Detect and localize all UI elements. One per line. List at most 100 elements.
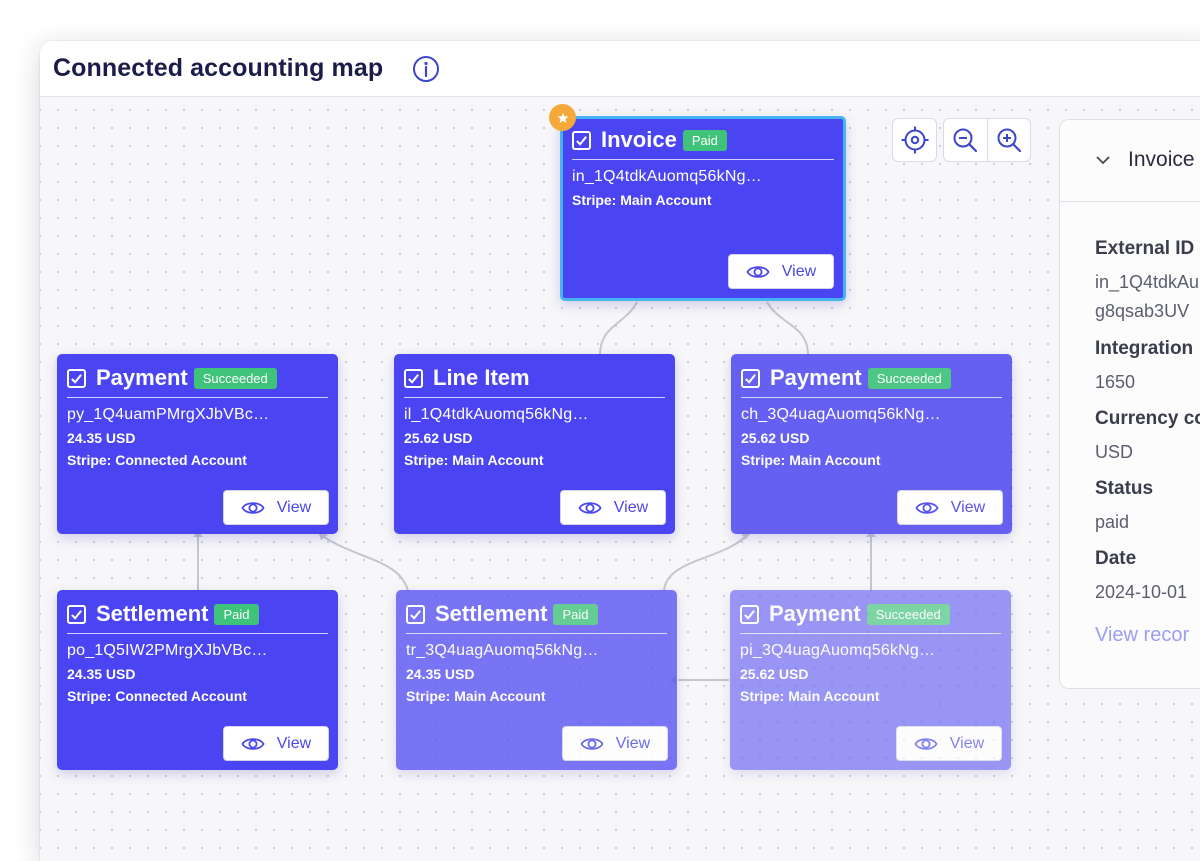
node-id: in_1Q4tdkAuomq56kNg… — [572, 168, 762, 185]
node-account: Stripe: Main Account — [740, 688, 880, 704]
zoom-out-button[interactable] — [944, 119, 987, 161]
field-label: Status — [1095, 478, 1154, 499]
chevron-down-icon[interactable] — [1094, 151, 1112, 169]
field-integration: Integration 1650 — [1095, 338, 1193, 397]
page-title: Connected accounting map — [53, 54, 384, 82]
status-badge: Paid — [214, 603, 259, 625]
node-invoice[interactable]: Invoice Paid in_1Q4tdkAuomq56kNg… Stripe… — [560, 116, 846, 301]
node-id: pi_3Q4uagAuomq56kNg… — [740, 642, 936, 659]
checkbox-icon[interactable] — [406, 604, 425, 624]
zoom-control — [943, 118, 1031, 162]
crosshair-icon — [901, 126, 928, 154]
field-value: in_1Q4tdkAu g8qsab3UV — [1095, 268, 1199, 326]
node-amount: 25.62 USD — [741, 430, 810, 446]
node-account: Stripe: Connected Account — [67, 688, 247, 704]
field-value-line: in_1Q4tdkAu — [1095, 272, 1200, 292]
node-amount: 24.35 USD — [67, 666, 136, 682]
view-button-label: View — [276, 734, 312, 752]
status-badge: Succeeded — [867, 367, 951, 389]
node-account: Stripe: Main Account — [404, 452, 544, 468]
field-value: 2024-10-01 — [1095, 582, 1188, 602]
details-panel-header: Invoice — [1060, 120, 1200, 202]
eye-icon — [578, 501, 602, 514]
view-button-label: View — [781, 262, 817, 280]
node-account: Stripe: Main Account — [406, 688, 546, 704]
recenter-button[interactable] — [893, 119, 936, 161]
field-currency: Currency co USD — [1095, 408, 1200, 467]
field-value-line: g8qsab3UV — [1095, 301, 1190, 321]
node-payment[interactable]: Payment Succeeded pi_3Q4uagAuomq56kNg… 2… — [730, 590, 1011, 770]
status-badge: Succeeded — [193, 367, 277, 389]
field-date: Date 2024-10-01 — [1095, 548, 1187, 607]
status-badge: Paid — [553, 603, 598, 625]
checkbox-icon[interactable] — [741, 368, 760, 388]
checkbox-icon[interactable] — [67, 368, 86, 388]
field-label: Date — [1095, 548, 1137, 569]
node-settlement[interactable]: Settlement Paid tr_3Q4uagAuomq56kNg… 24.… — [396, 590, 677, 770]
node-id: py_1Q4uamPMrgXJbVBc… — [67, 406, 270, 423]
field-label: Currency co — [1095, 408, 1200, 429]
node-type: Line Item — [433, 365, 530, 390]
view-record-link[interactable]: View recor — [1095, 624, 1189, 647]
checkbox-icon[interactable] — [67, 604, 86, 624]
node-settlement[interactable]: Settlement Paid po_1Q5IW2PMrgXJbVBc… 24.… — [57, 590, 338, 770]
node-amount: 25.62 USD — [740, 666, 809, 682]
node-type: Payment — [769, 601, 861, 626]
checkbox-icon[interactable] — [404, 368, 423, 388]
view-button-label: View — [949, 734, 985, 752]
view-button[interactable]: View — [728, 254, 834, 289]
field-label: Integration — [1095, 338, 1194, 359]
view-button-label: View — [276, 498, 312, 516]
info-icon[interactable] — [412, 55, 440, 83]
checkbox-icon[interactable] — [740, 604, 759, 624]
eye-icon — [241, 737, 265, 750]
starred-icon — [549, 104, 576, 131]
checkbox-icon[interactable] — [572, 130, 591, 150]
eye-icon — [915, 501, 939, 514]
node-type: Invoice — [601, 127, 677, 152]
status-badge: Paid — [682, 129, 727, 151]
field-status: Status paid — [1095, 478, 1153, 537]
node-type: Payment — [770, 365, 862, 390]
field-external-id: External ID in_1Q4tdkAu g8qsab3UV — [1095, 238, 1199, 326]
eye-icon — [241, 501, 265, 514]
recenter-control — [892, 118, 937, 162]
details-panel: Invoice External ID in_1Q4tdkAu g8qsab3U… — [1059, 119, 1200, 689]
details-panel-title: Invoice — [1128, 148, 1195, 171]
node-type: Settlement — [435, 601, 548, 626]
node-type: Settlement — [96, 601, 209, 626]
zoom-in-icon — [997, 128, 1021, 153]
view-button-label: View — [950, 498, 986, 516]
view-button[interactable]: View — [560, 490, 666, 525]
node-id: po_1Q5IW2PMrgXJbVBc… — [67, 642, 268, 659]
node-type: Payment — [96, 365, 188, 390]
node-account: Stripe: Connected Account — [67, 452, 247, 468]
eye-icon — [746, 265, 770, 278]
node-amount: 24.35 USD — [67, 430, 136, 446]
field-label: External ID — [1095, 238, 1195, 259]
eye-icon — [580, 737, 604, 750]
zoom-in-button[interactable] — [986, 119, 1031, 161]
node-payment[interactable]: Payment Succeeded ch_3Q4uagAuomq56kNg… 2… — [731, 354, 1012, 534]
node-payment[interactable]: Payment Succeeded py_1Q4uamPMrgXJbVBc… 2… — [57, 354, 338, 534]
eye-icon — [914, 737, 938, 750]
view-button[interactable]: View — [223, 490, 329, 525]
window-header: Connected accounting map — [40, 41, 1200, 97]
view-button[interactable]: View — [897, 490, 1003, 525]
status-badge: Succeeded — [866, 603, 950, 625]
view-button[interactable]: View — [223, 726, 329, 761]
node-account: Stripe: Main Account — [572, 192, 712, 208]
node-line-item[interactable]: Line Item il_1Q4tdkAuomq56kNg… 25.62 USD… — [394, 354, 675, 534]
field-value: 1650 — [1095, 372, 1136, 392]
node-id: ch_3Q4uagAuomq56kNg… — [741, 406, 941, 423]
view-button-label: View — [615, 734, 651, 752]
view-button[interactable]: View — [896, 726, 1002, 761]
view-button[interactable]: View — [562, 726, 668, 761]
node-amount: 25.62 USD — [404, 430, 473, 446]
view-button-label: View — [613, 498, 649, 516]
node-amount: 24.35 USD — [406, 666, 475, 682]
node-id: tr_3Q4uagAuomq56kNg… — [406, 642, 599, 659]
node-account: Stripe: Main Account — [741, 452, 881, 468]
node-id: il_1Q4tdkAuomq56kNg… — [404, 406, 589, 423]
zoom-out-icon — [953, 128, 978, 153]
